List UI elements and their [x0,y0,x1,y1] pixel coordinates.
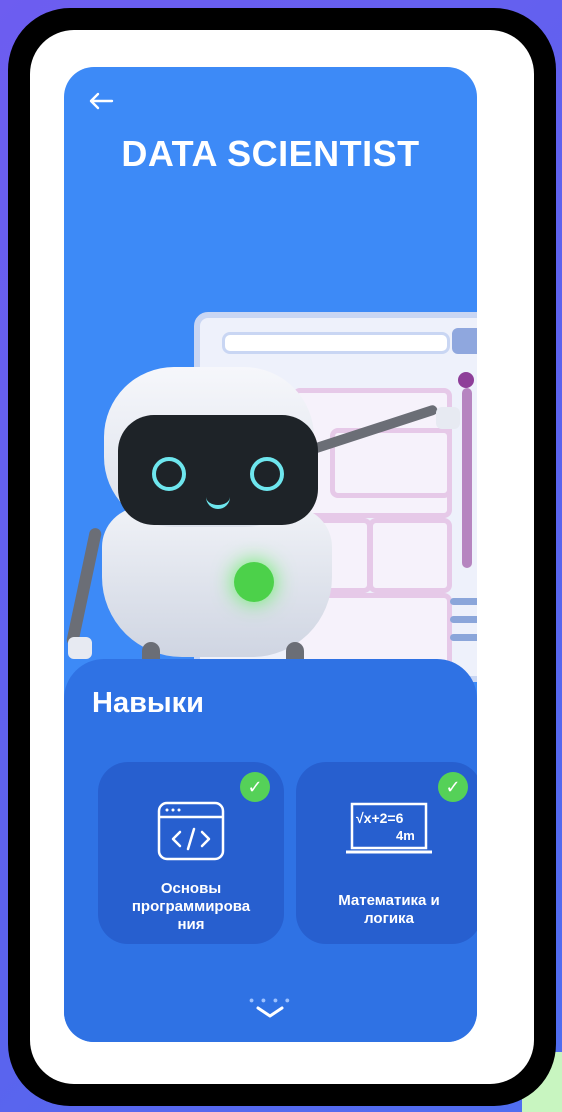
page-title: DATA SCIENTIST [121,133,420,174]
robot-smile [206,493,230,509]
skill-card-label: Математика и логика [302,892,476,928]
robot-eye [250,457,284,491]
skill-card-math[interactable]: ✓ √x+2=6 4m Математика и логика [296,762,477,944]
arrow-left-icon [89,92,114,110]
board-dot [458,372,474,388]
board-line [450,634,477,641]
board-stick [462,388,472,568]
math-board-icon: √x+2=6 4m [346,800,432,860]
board-bar [222,332,450,354]
robot-eye [152,457,186,491]
label-line: Основы [160,880,222,897]
board-subtext: 4m [396,828,415,843]
board-line [450,598,477,605]
robot-illustration [64,267,477,712]
board-line [450,616,477,623]
board-equation: √x+2=6 [356,810,404,826]
robot-hand [68,637,92,659]
skills-panel: Навыки ✓ Основы программирова ния ✓ √x+2… [64,659,477,1042]
scroll-dots: ● ● ● ● [248,995,293,1005]
app-screen: DATA SCIENTIST Навыки ✓ Основы программи… [64,67,477,1042]
robot-arm-left [65,527,103,647]
skill-card-programming[interactable]: ✓ Основы программирова ния [98,762,284,944]
check-icon: ✓ [240,772,270,802]
robot-face [118,415,318,525]
board-box [368,518,452,593]
chevron-down-icon[interactable] [255,1005,285,1019]
skill-card-label: Основы программирова ния [104,880,278,934]
label-line: логика [364,910,414,927]
robot-chest-light [234,562,274,602]
back-button[interactable] [88,91,118,113]
skills-title: Навыки [92,687,205,719]
label-line: программирова [131,898,251,915]
label-line: ния [177,916,205,933]
code-window-icon [157,801,225,861]
board-button [452,328,477,354]
robot-body [102,507,332,657]
label-line: Математика и [338,892,440,909]
robot-hand [436,407,460,429]
check-icon: ✓ [438,772,468,802]
